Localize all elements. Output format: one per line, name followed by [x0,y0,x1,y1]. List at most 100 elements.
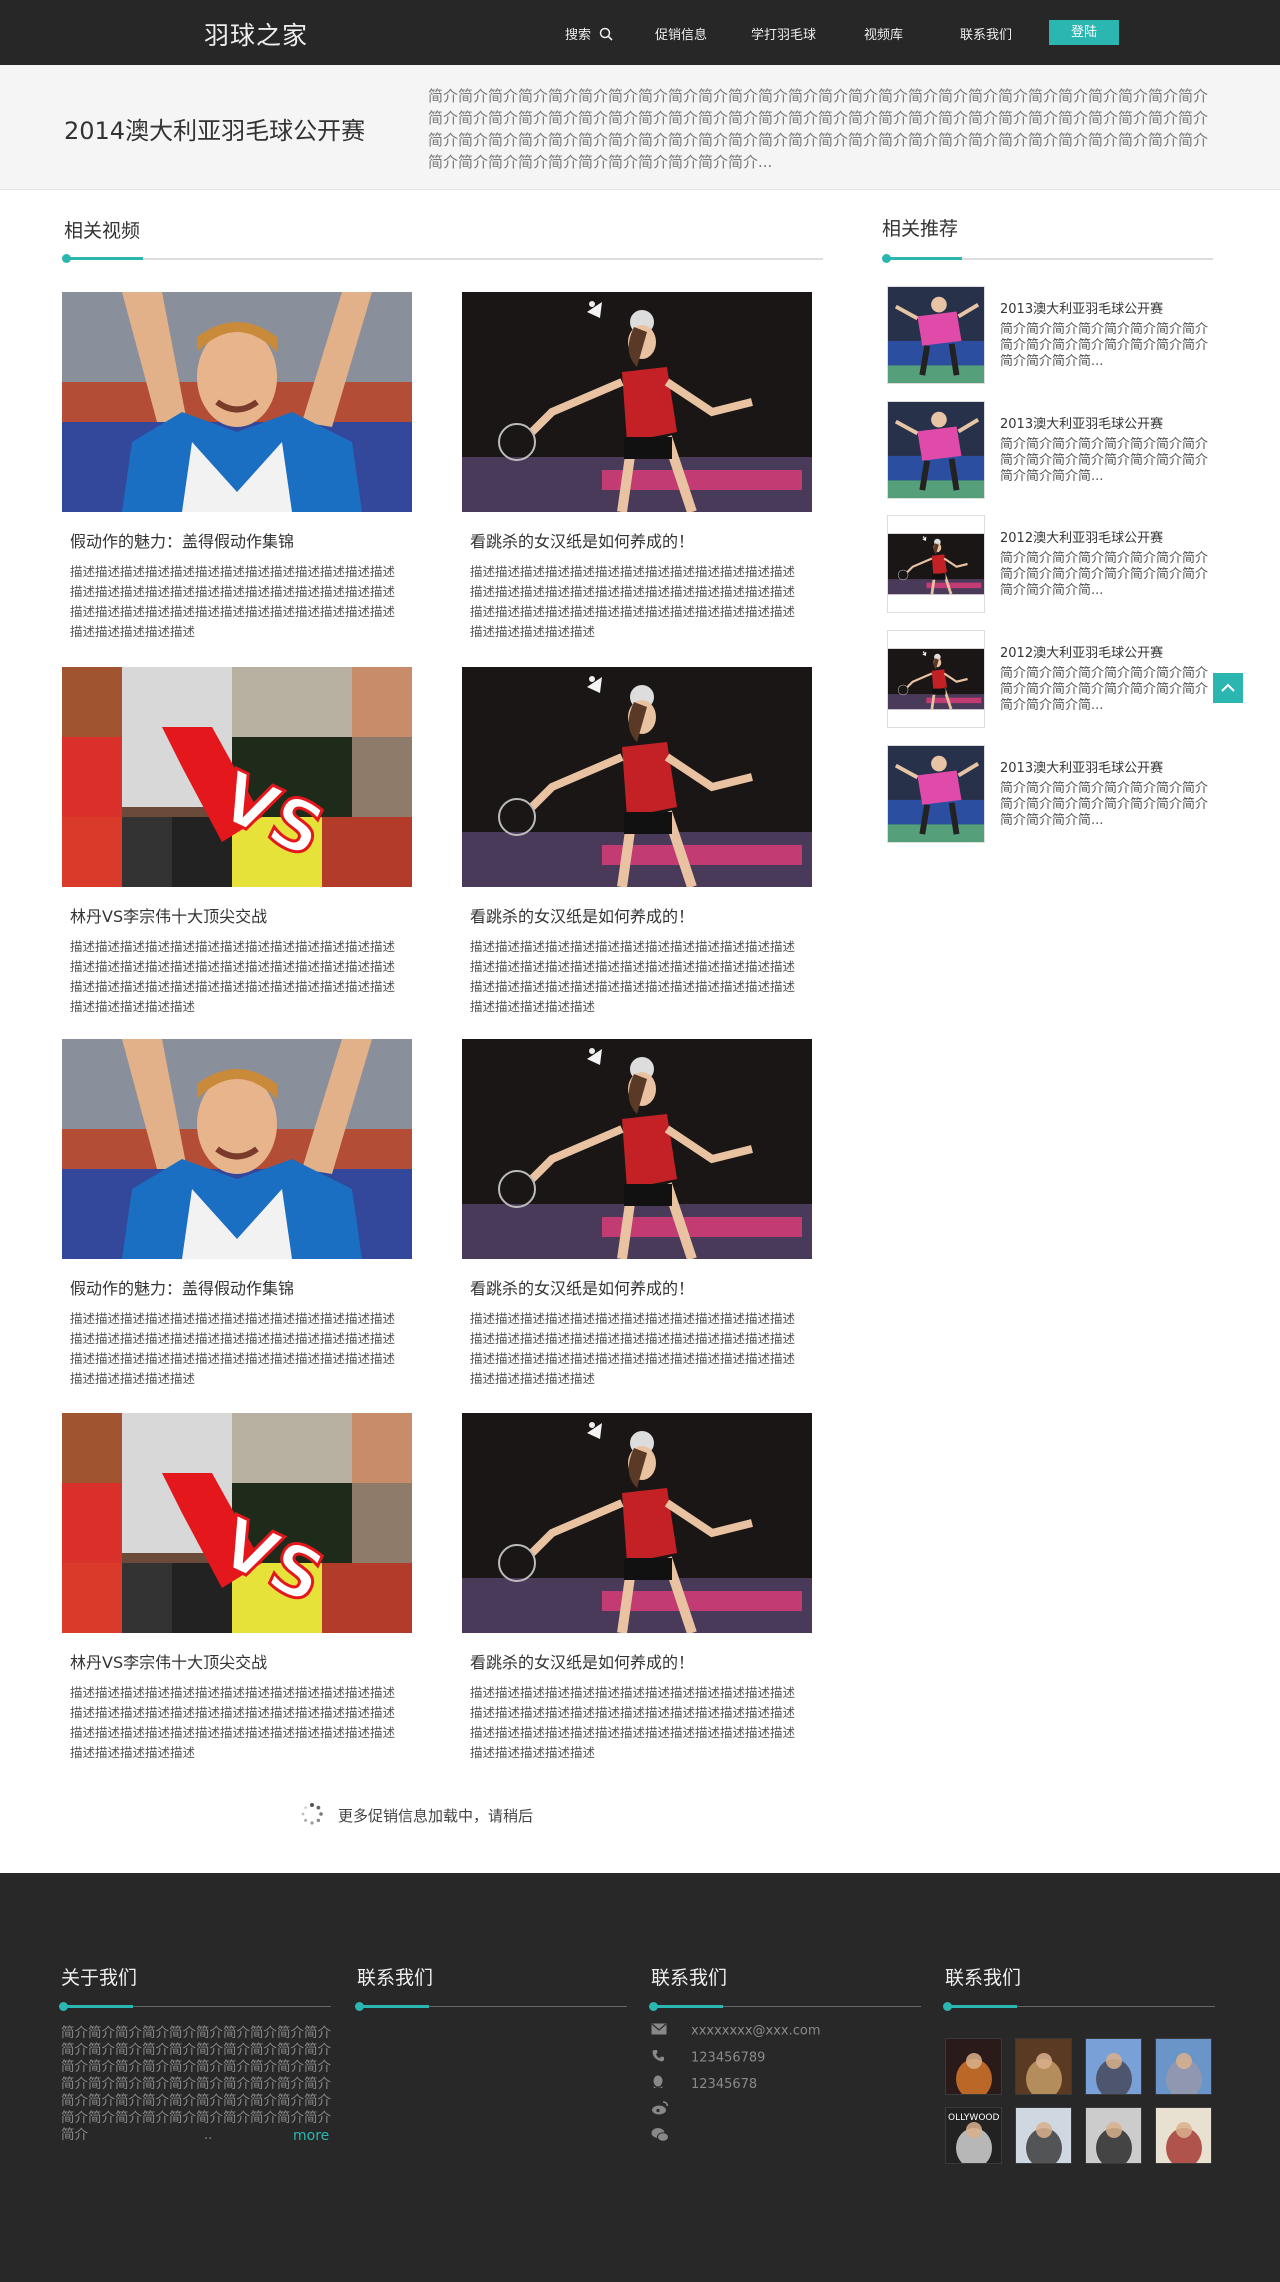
back-to-top-button[interactable] [1213,673,1243,703]
gallery-photo[interactable] [1085,2038,1142,2095]
divider-accent [651,2005,723,2008]
video-thumbnail[interactable] [462,1413,812,1633]
recommend-description: 简介简介简介简介简介简介简介简介简介简介简介简介简介简介简介简介简介简介简介简.… [1000,666,1209,713]
video-title[interactable]: 林丹VS李宗伟十大顶尖交战 [70,1649,412,1673]
footer-email[interactable]: xxxxxxxx@xxx.com [651,2023,821,2043]
footer-divider [59,2002,331,2011]
email-text: xxxxxxxx@xxx.com [691,2023,821,2039]
recommend-title[interactable]: 2012澳大利亚羽毛球公开赛 [1000,642,1163,661]
video-title[interactable]: 林丹VS李宗伟十大顶尖交战 [70,903,412,927]
chevron-up-icon [1221,683,1235,692]
recommend-item[interactable]: 2013澳大利亚羽毛球公开赛简介简介简介简介简介简介简介简介简介简介简介简介简介… [887,745,1217,845]
video-title[interactable]: 看跳杀的女汉纸是如何养成的！ [470,528,812,552]
spinner-icon [301,1803,323,1825]
loading-text: 更多促销信息加载中，请稍后 [338,1807,534,1825]
site-footer: 关于我们 简介简介简介简介简介简介简介简介简介简介简介简介简介简介简介简介简介简… [0,1873,1280,2282]
divider-accent [945,2005,1017,2008]
gallery-photo[interactable]: OLLYWOOD [945,2107,1002,2164]
nav-search-label: 搜索 [565,28,592,43]
loading-indicator: 更多促销信息加载中，请稍后 [300,1802,533,1826]
footer-divider [355,2002,627,2011]
gallery-photo[interactable] [1155,2038,1212,2095]
gallery-photo[interactable] [1015,2038,1072,2095]
video-description: 描述描述描述描述描述描述描述描述描述描述描述描述描述描述描述描述描述描述描述描述… [70,939,396,1014]
divider-accent [884,257,962,260]
recommend-item[interactable]: 2012澳大利亚羽毛球公开赛简介简介简介简介简介简介简介简介简介简介简介简介简介… [887,630,1217,730]
recommend-title[interactable]: 2013澳大利亚羽毛球公开赛 [1000,757,1163,776]
recommend-title[interactable]: 2013澳大利亚羽毛球公开赛 [1000,298,1163,317]
recommend-thumbnail[interactable] [887,515,985,613]
video-thumbnail[interactable] [62,1039,412,1259]
video-description: 描述描述描述描述描述描述描述描述描述描述描述描述描述描述描述描述描述描述描述描述… [70,564,396,639]
video-title[interactable]: 看跳杀的女汉纸是如何养成的！ [470,903,812,927]
video-description: 描述描述描述描述描述描述描述描述描述描述描述描述描述描述描述描述描述描述描述描述… [470,1311,796,1386]
video-thumbnail[interactable] [62,1413,412,1633]
weibo-icon [652,2101,669,2115]
recommend-thumbnail[interactable] [887,745,985,843]
footer-col4-title: 联系我们 [945,1967,1022,1989]
gallery-photo[interactable] [1155,2107,1212,2164]
recommend-thumbnail[interactable] [887,401,985,499]
related-videos-divider [62,254,823,263]
phone-text: 123456789 [691,2050,766,2066]
nav-videos[interactable]: 视频库 [864,24,903,43]
recommend-description: 简介简介简介简介简介简介简介简介简介简介简介简介简介简介简介简介简介简介简介简.… [1000,781,1209,828]
video-thumbnail[interactable] [462,667,812,887]
divider-accent [61,2005,133,2008]
footer-more-link[interactable]: more [293,2128,329,2144]
footer-divider [649,2002,921,2011]
video-description: 描述描述描述描述描述描述描述描述描述描述描述描述描述描述描述描述描述描述描述描述… [470,939,796,1014]
nav-search[interactable]: 搜索 [565,24,613,43]
nav-contact[interactable]: 联系我们 [960,24,1012,43]
recommend-item[interactable]: 2013澳大利亚羽毛球公开赛 简介简介简介简介简介简介简介简介简介简介简介简介简介… [887,401,1217,501]
footer-wechat[interactable] [651,2127,691,2147]
footer-weibo[interactable] [651,2101,691,2121]
recommend-description: 简介简介简介简介简介简介简介简介简介简介简介简介简介简介简介简介简介简介简介简.… [1000,322,1209,369]
footer-about-text: 简介简介简介简介简介简介简介简介简介简介简介简介简介简介简介简介简介简介简介简介… [61,2025,331,2143]
video-title[interactable]: 假动作的魅力：盖得假动作集锦 [70,1275,412,1299]
recommend-heading: 相关推荐 [882,218,959,240]
video-description: 描述描述描述描述描述描述描述描述描述描述描述描述描述描述描述描述描述描述描述描述… [70,1685,396,1760]
video-card[interactable]: 看跳杀的女汉纸是如何养成的！ 描述描述描述描述描述描述描述描述描述描述描述描述描述… [462,1413,812,1763]
event-banner: 2014澳大利亚羽毛球公开赛 简介简介简介简介简介简介简介简介简介简介简介简介简… [0,65,1280,190]
video-title[interactable]: 看跳杀的女汉纸是如何养成的！ [470,1649,812,1673]
recommend-item[interactable]: 2012澳大利亚羽毛球公开赛简介简介简介简介简介简介简介简介简介简介简介简介简介… [887,515,1217,615]
mail-icon [651,2023,667,2035]
gallery-photo[interactable] [945,2038,1002,2095]
footer-qq[interactable]: 12345678 [651,2075,757,2095]
footer-about-ellipsis: .. [204,2128,213,2143]
video-thumbnail[interactable] [62,667,412,887]
video-card[interactable]: 林丹VS李宗伟十大顶尖交战描述描述描述描述描述描述描述描述描述描述描述描述描述描… [62,1413,412,1763]
recommend-title[interactable]: 2013澳大利亚羽毛球公开赛 [1000,413,1163,432]
video-card[interactable]: 假动作的魅力：盖得假动作集锦描述描述描述描述描述描述描述描述描述描述描述描述描述… [62,292,412,642]
video-card[interactable]: 假动作的魅力：盖得假动作集锦 描述描述描述描述描述描述描述描述描述描述描述描述描述… [62,1039,412,1389]
footer-divider [943,2002,1215,2011]
gallery-photo[interactable] [1085,2107,1142,2164]
recommend-description: 简介简介简介简介简介简介简介简介简介简介简介简介简介简介简介简介简介简介简介简.… [1000,551,1209,598]
video-title[interactable]: 看跳杀的女汉纸是如何养成的！ [470,1275,812,1299]
video-title[interactable]: 假动作的魅力：盖得假动作集锦 [70,528,412,552]
video-card[interactable]: 林丹VS李宗伟十大顶尖交战描述描述描述描述描述描述描述描述描述描述描述描述描述描… [62,667,412,1017]
related-videos-heading: 相关视频 [64,220,141,242]
video-card[interactable]: 看跳杀的女汉纸是如何养成的！ 描述描述描述描述描述描述描述描述描述描述描述描述描述… [462,667,812,1017]
nav-learn[interactable]: 学打羽毛球 [751,24,816,43]
login-button[interactable]: 登陆 [1049,20,1119,45]
recommend-thumbnail[interactable] [887,286,985,384]
recommend-title[interactable]: 2012澳大利亚羽毛球公开赛 [1000,527,1163,546]
video-thumbnail[interactable] [462,292,812,512]
site-logo[interactable]: 羽球之家 [204,16,308,52]
phone-icon [652,2050,664,2062]
nav-promo[interactable]: 促销信息 [655,24,707,43]
footer-col3-title: 联系我们 [651,1967,728,1989]
recommend-item[interactable]: 2013澳大利亚羽毛球公开赛简介简介简介简介简介简介简介简介简介简介简介简介简介… [887,286,1217,386]
video-card[interactable]: 看跳杀的女汉纸是如何养成的！ 描述描述描述描述描述描述描述描述描述描述描述描述描述… [462,292,812,642]
video-thumbnail[interactable] [462,1039,812,1259]
video-thumbnail[interactable] [62,292,412,512]
recommend-thumbnail[interactable] [887,630,985,728]
video-card[interactable]: 看跳杀的女汉纸是如何养成的！ 描述描述描述描述描述描述描述描述描述描述描述描述描述… [462,1039,812,1389]
gallery-photo[interactable] [1015,2107,1072,2164]
event-title: 2014澳大利亚羽毛球公开赛 [64,117,366,145]
video-description: 描述描述描述描述描述描述描述描述描述描述描述描述描述描述描述描述描述描述描述描述… [470,1685,796,1760]
footer-phone[interactable]: 123456789 [651,2049,765,2069]
top-navbar: 羽球之家 搜索 促销信息 学打羽毛球 视频库 联系我们 登陆 [0,0,1280,65]
